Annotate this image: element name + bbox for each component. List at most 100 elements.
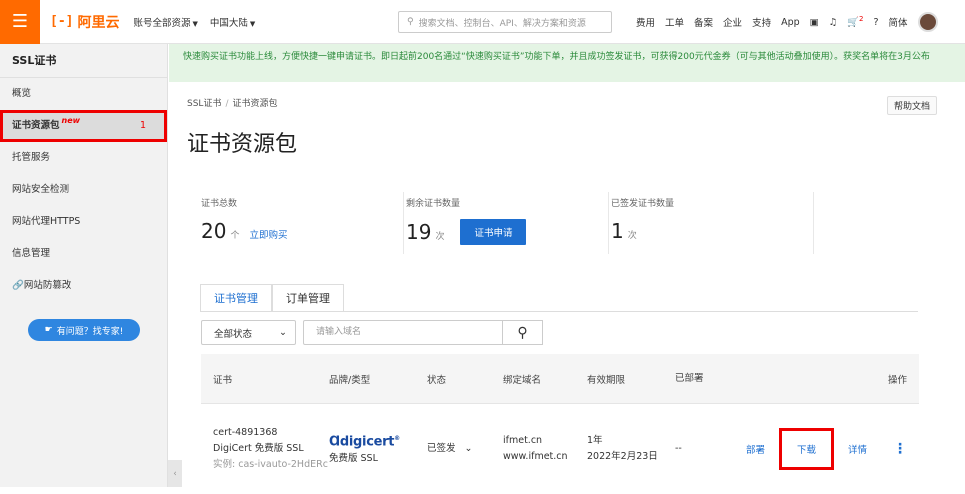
chevron-down-icon: ⌄ [464,443,473,454]
more-options-icon[interactable]: ⋮ [893,441,907,457]
table-header: 证书 品牌/类型 状态 绑定域名 有效期限 已部署 操作 [201,354,919,404]
hand-icon: ☛ [44,325,53,335]
breadcrumb-current: 证书资源包 [232,99,278,109]
sidebar-item-site-security-check[interactable]: 网站安全检测 [0,174,167,206]
buy-now-link[interactable]: 立即购买 [249,227,287,241]
tab-divider [200,311,918,312]
download-link[interactable]: 下载 [778,428,834,470]
cell-status[interactable]: 已签发 ⌄ [427,441,503,457]
cart-badge: 2 [859,15,864,24]
domain-secondary: www.ifmet.cn [503,451,568,462]
sidebar-item-label: 信息管理 [12,248,51,259]
aliyun-logo[interactable]: [-] 阿里云 [50,12,119,32]
stat-remaining: 剩余证书数量 19 次 证书申请 [404,192,609,254]
stat-total: 证书总数 20 个 立即购买 [199,192,404,254]
help-doc-button[interactable]: 帮助文档 [887,96,938,115]
sidebar-item-label: 证书资源包 [12,120,60,131]
stats-panel: 证书总数 20 个 立即购买 剩余证书数量 19 次 证书申请 已签发证书数量 … [199,192,955,254]
status-filter-select[interactable]: 全部状态 ⌄ [201,320,296,345]
cert-instance: 实例: cas-ivauto-2HdERc [213,459,328,470]
sidebar-item-info-management[interactable]: 信息管理 [0,238,167,270]
domain-primary: ifmet.cn [503,435,543,446]
header-domain: 绑定域名 [503,374,542,386]
region-label: 中国大陆 [209,17,248,29]
chevron-down-icon: ⌄ [279,327,287,338]
cert-table: 证书 品牌/类型 状态 绑定域名 有效期限 已部署 操作 cert-489136… [201,354,919,494]
sidebar-item-label: 网站安全检测 [12,184,70,195]
chevron-down-icon: ▼ [192,19,198,28]
sidebar-item-label: 托管服务 [12,152,51,163]
link-icon: 🔗 [12,280,24,291]
cell-domains: ifmet.cn www.ifmet.cn [503,433,587,465]
sidebar: SSL证书 概览 证书资源包 new 1 托管服务 网站安全检测 网站代理HTTPS… [0,44,168,487]
header-status: 状态 [427,374,447,386]
header-deployed: 已部署 [675,372,704,384]
sidebar-item-https-proxy[interactable]: 网站代理HTTPS [0,206,167,238]
nav-tickets[interactable]: 工单 [665,15,684,29]
logo-text: 阿里云 [77,14,120,31]
nav-enterprise[interactable]: 企业 [723,15,742,29]
search-icon: ⚲ [407,17,414,27]
monitor-icon[interactable]: ▣ [810,17,819,28]
sidebar-item-label: 概览 [12,88,32,99]
tab-order-management[interactable]: 订单管理 [272,284,344,312]
cell-actions: 部署 下载 详情 ⋮ [743,428,919,470]
sidebar-title: SSL证书 [0,44,167,78]
region-dropdown[interactable]: 中国大陆 ▼ [210,15,255,29]
cert-name: DigiCert 免费版 SSL [213,443,304,454]
nav-support[interactable]: 支持 [752,15,771,29]
cell-deployed: -- [675,443,682,454]
breadcrumb-ssl[interactable]: SSL证书 [187,99,221,109]
validity-period: 1年 [587,435,603,446]
sidebar-item-tamper-protection[interactable]: 🔗网站防篡改 [0,270,167,302]
nav-fees[interactable]: 费用 [636,15,655,29]
account-scope-label: 账号全部资源 [133,17,191,29]
language-switch[interactable]: 简体 [889,15,908,29]
promo-notice: 快速购买证书功能上线，方便快捷一键申请证书。即日起前200名通过“快速购买证书”… [169,44,965,82]
table-row: cert-4891368 DigiCert 免费版 SSL 实例: cas-iv… [201,404,919,494]
account-scope-dropdown[interactable]: 账号全部资源 ▼ [133,15,197,29]
breadcrumb-separator: / [225,99,229,109]
sidebar-item-label: 网站防篡改 [23,280,72,291]
stat-unit: 次 [435,231,445,242]
status-text: 已签发 [427,443,456,454]
header-actions: 操作 [887,374,907,386]
nav-app[interactable]: App [781,17,800,28]
sidebar-item-overview[interactable]: 概览 [0,78,167,110]
ask-expert-label: 有问题？找专家! [56,326,124,337]
validity-date: 2022年2月23日 [587,451,658,462]
top-bar: ☰ [-] 阿里云 账号全部资源 ▼ 中国大陆 ▼ ⚲ 搜索文档、控制台、API、解… [0,0,965,44]
stat-label: 已签发证书数量 [611,199,675,209]
sidebar-item-managed-service[interactable]: 托管服务 [0,142,167,174]
domain-search-input[interactable]: 请输入域名 [303,320,503,345]
page-title: 证书资源包 [187,132,298,157]
global-search-input[interactable]: ⚲ 搜索文档、控制台、API、解决方案和资源 [398,11,612,33]
sidebar-item-cert-packages[interactable]: 证书资源包 new 1 [0,110,167,142]
header-brand: 品牌/类型 [329,374,371,386]
search-placeholder: 搜索文档、控制台、API、解决方案和资源 [418,18,586,29]
nav-icp[interactable]: 备案 [694,15,713,29]
brand-name: digicert [339,434,395,450]
details-link[interactable]: 详情 [848,442,867,456]
search-icon: ⚲ [517,324,528,341]
help-icon[interactable]: ? [873,17,878,28]
tab-cert-management[interactable]: 证书管理 [200,284,272,312]
search-button[interactable]: ⚲ [503,320,543,345]
digicert-logo: Ɑdigicert® [329,434,400,450]
stat-label: 证书总数 [201,199,238,209]
tab-bar: 证书管理 订单管理 [200,284,344,312]
stat-value: 19 [406,220,432,244]
stat-unit: 次 [627,230,637,241]
cart-icon[interactable]: 🛒2 [847,15,863,28]
breadcrumb: SSL证书 / 证书资源包 [187,96,278,109]
cell-brand: Ɑdigicert® 免费版 SSL [329,431,427,466]
hamburger-menu-icon[interactable]: ☰ [0,0,40,44]
apply-cert-button[interactable]: 证书申请 [460,219,527,245]
deploy-link[interactable]: 部署 [746,442,765,456]
cert-id: cert-4891368 [213,427,278,438]
header-validity: 有效期限 [587,374,626,386]
ask-expert-button[interactable]: ☛ 有问题？找专家! [28,319,140,341]
bell-icon[interactable]: ♫ [829,17,838,28]
sidebar-item-label: 网站代理HTTPS [12,216,81,227]
avatar[interactable] [917,12,938,32]
